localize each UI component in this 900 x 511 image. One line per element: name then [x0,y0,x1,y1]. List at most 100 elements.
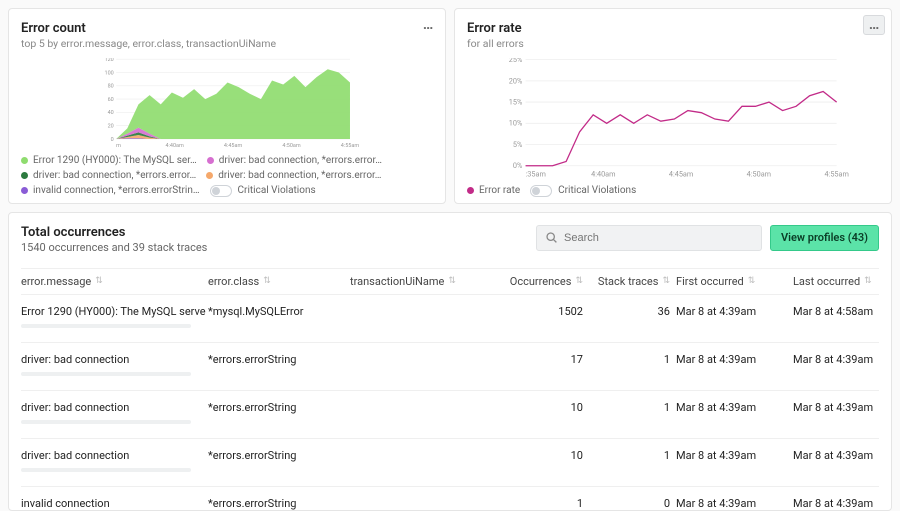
critical-violations-label: Critical Violations [558,185,636,196]
svg-text::35am: :35am [526,169,546,178]
cell-occurrences: 1 [502,497,587,510]
error-message-text: driver: bad connection [21,353,206,366]
legend-item[interactable]: Error 1290 (HY000): The MySQL ser… [21,155,197,166]
cell-last: Mar 8 at 4:39am [793,401,892,414]
cell-last: Mar 8 at 4:39am [793,353,892,366]
error-message-text: invalid connection [21,497,206,510]
table-row[interactable]: driver: bad connection *errors.errorStri… [21,438,879,486]
cell-stack: 1 [589,401,674,414]
cell-first: Mar 8 at 4:39am [676,449,791,462]
cell-last: Mar 8 at 4:58am [793,305,892,318]
cell-message: Error 1290 (HY000): The MySQL server [21,305,206,328]
legend-label: driver: bad connection, *errors.error… [33,170,196,181]
svg-text:40: 40 [108,110,114,116]
more-icon[interactable]: … [863,15,885,35]
cell-class: *errors.errorString [208,497,348,510]
legend-swatch [467,187,474,194]
svg-text:20%: 20% [509,76,523,85]
legend-swatch [21,187,28,194]
legend-label: Error rate [479,185,520,196]
svg-text:10%: 10% [509,119,523,128]
legend: Error 1290 (HY000): The MySQL ser… driver… [21,155,433,197]
table-header-row: error.message⇅ error.class⇅ transactionU… [21,269,879,294]
cell-first: Mar 8 at 4:39am [676,353,791,366]
cell-first: Mar 8 at 4:39am [676,497,791,510]
svg-text:5%: 5% [513,140,523,149]
error-message-text: driver: bad connection [21,401,206,414]
error-message-text: driver: bad connection [21,449,206,462]
legend-label: driver: bad connection, *errors.error… [218,170,381,181]
error-message-text: Error 1290 (HY000): The MySQL server [21,305,206,318]
table-row[interactable]: driver: bad connection *errors.errorStri… [21,342,879,390]
svg-text:100: 100 [105,70,114,76]
cell-occurrences: 1502 [502,305,587,318]
svg-text:4:55am: 4:55am [824,169,848,178]
search-field[interactable] [564,232,753,244]
more-icon[interactable]: … [417,15,439,35]
col-stack[interactable]: Stack traces⇅ [589,275,674,288]
table-row[interactable]: driver: bad connection *errors.errorStri… [21,390,879,438]
col-first[interactable]: First occurred⇅ [676,275,791,288]
critical-violations-toggle[interactable]: Critical Violations [530,185,636,197]
cell-occurrences: 17 [502,353,587,366]
error-count-chart[interactable]: 020406080100120m4:40am4:45am4:50am4:55am [21,58,433,149]
svg-text:4:45am: 4:45am [669,169,693,178]
cell-occurrences: 10 [502,449,587,462]
critical-violations-label: Critical Violations [238,185,316,196]
chart-subtitle: top 5 by error.message, error.class, tra… [21,37,433,50]
cell-class: *errors.errorString [208,353,348,366]
cell-last: Mar 8 at 4:39am [793,497,892,510]
legend: Error rate Critical Violations [467,185,879,197]
cell-class: *mysql.MySQLError [208,305,348,318]
chart-subtitle: for all errors [467,37,879,50]
legend-item[interactable]: driver: bad connection, *errors.error… [21,170,196,181]
occurrence-bar [21,324,191,328]
col-txn[interactable]: transactionUiName⇅ [350,275,500,288]
col-message[interactable]: error.message⇅ [21,275,206,288]
col-occurrences[interactable]: Occurrences⇅ [502,275,587,288]
cell-stack: 36 [589,305,674,318]
table-row[interactable]: invalid connection *errors.errorString 1… [21,486,879,511]
svg-text:4:40am: 4:40am [591,169,615,178]
sort-icon: ⇅ [448,277,456,286]
occurrence-bar [21,372,191,376]
section-title: Total occurrences [21,225,207,240]
legend-swatch [206,172,213,179]
svg-text:80: 80 [108,84,114,90]
chart-title: Error rate [467,21,879,36]
critical-violations-toggle[interactable]: Critical Violations [210,185,316,197]
legend-item[interactable]: invalid connection, *errors.errorStrin… [21,185,200,196]
cell-message: invalid connection [21,497,206,511]
svg-text:4:50am: 4:50am [282,143,301,149]
col-class[interactable]: error.class⇅ [208,275,348,288]
svg-text:0%: 0% [513,161,523,170]
legend-item[interactable]: driver: bad connection, *errors.error… [206,170,381,181]
section-subtitle: 1540 occurrences and 39 stack traces [21,241,207,254]
toggle-pill [530,185,552,197]
search-icon [545,231,558,244]
sort-icon: ⇅ [263,277,271,286]
error-rate-chart[interactable]: 0%5%10%15%20%25%:35am4:40am4:45am4:50am4… [467,58,879,179]
sort-icon: ⇅ [864,277,872,286]
occurrence-bar [21,468,191,472]
sort-icon: ⇅ [748,277,756,286]
cell-occurrences: 10 [502,401,587,414]
search-input[interactable] [536,225,762,251]
cell-last: Mar 8 at 4:39am [793,449,892,462]
svg-text:4:40am: 4:40am [165,143,184,149]
sort-icon: ⇅ [95,277,103,286]
col-last[interactable]: Last occurred⇅ [793,275,892,288]
cell-first: Mar 8 at 4:39am [676,401,791,414]
cell-class: *errors.errorString [208,401,348,414]
legend-label: Error 1290 (HY000): The MySQL ser… [33,155,197,166]
table-row[interactable]: Error 1290 (HY000): The MySQL server *my… [21,294,879,342]
svg-text:20: 20 [108,124,114,130]
svg-text:120: 120 [105,58,114,63]
view-profiles-button[interactable]: View profiles (43) [770,225,879,251]
legend-item[interactable]: driver: bad connection, *errors.error… [207,155,382,166]
legend-swatch [21,172,28,179]
occurrences-grid: error.message⇅ error.class⇅ transactionU… [21,268,879,511]
svg-text:0: 0 [111,137,114,143]
cell-first: Mar 8 at 4:39am [676,305,791,318]
legend-item[interactable]: Error rate [467,185,520,196]
